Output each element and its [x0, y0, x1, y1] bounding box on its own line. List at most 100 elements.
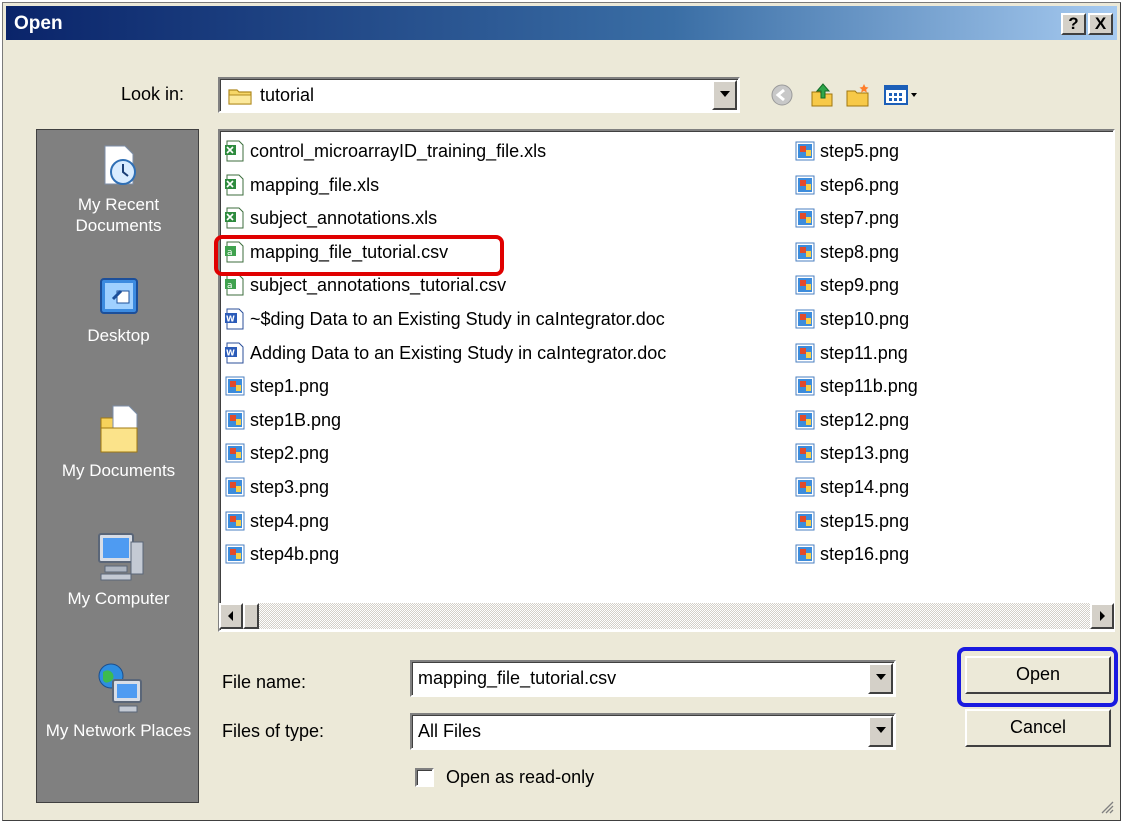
- file-item[interactable]: step10.png: [794, 303, 909, 335]
- up-folder-icon[interactable]: [809, 82, 835, 108]
- png-file-icon: [224, 476, 246, 498]
- file-item[interactable]: subject_annotations.xls: [224, 202, 437, 234]
- file-item[interactable]: step4b.png: [224, 538, 339, 570]
- png-file-icon: [794, 409, 816, 431]
- file-item[interactable]: control_microarrayID_training_file.xls: [224, 135, 546, 167]
- dialog-title: Open: [14, 13, 63, 34]
- svg-text:W: W: [226, 348, 235, 357]
- resize-grip-icon[interactable]: [1100, 800, 1114, 814]
- png-file-icon: [794, 543, 816, 565]
- help-button[interactable]: ?: [1061, 13, 1086, 35]
- read-only-checkbox[interactable]: [415, 768, 434, 787]
- file-name-dropdown-button[interactable]: [868, 663, 893, 694]
- recent-documents-icon: [95, 142, 143, 190]
- open-button-highlight: [957, 647, 1118, 707]
- file-name: step4b.png: [250, 544, 340, 565]
- file-name: subject_annotations_tutorial.csv: [250, 275, 507, 296]
- png-file-icon: [794, 308, 816, 330]
- png-file-icon: [794, 274, 816, 296]
- file-item[interactable]: step7.png: [794, 202, 899, 234]
- file-highlight-box: [214, 235, 504, 276]
- file-name-label: File name:: [222, 672, 307, 692]
- file-item[interactable]: step8.png: [794, 236, 899, 268]
- file-name: mapping_file.xls: [250, 174, 380, 195]
- files-of-type-label: Files of type:: [222, 721, 325, 741]
- file-item[interactable]: step5.png: [794, 135, 899, 167]
- file-name: step4.png: [250, 510, 330, 531]
- png-file-icon: [794, 476, 816, 498]
- back-icon[interactable]: [769, 82, 795, 108]
- files-of-type-dropdown-button[interactable]: [868, 716, 893, 747]
- new-folder-icon[interactable]: [845, 82, 871, 108]
- file-name-value: mapping_file_tutorial.csv: [418, 668, 617, 688]
- svg-text:a: a: [227, 281, 233, 291]
- file-item[interactable]: step2.png: [224, 437, 329, 469]
- look-in-combobox[interactable]: tutorial: [218, 77, 740, 113]
- close-button[interactable]: X: [1088, 13, 1113, 35]
- file-name: step9.png: [820, 275, 900, 296]
- svg-text:W: W: [226, 315, 235, 324]
- files-of-type-combobox[interactable]: All Files: [410, 713, 896, 750]
- file-name: step15.png: [820, 510, 910, 531]
- scroll-thumb[interactable]: [243, 603, 259, 629]
- scroll-left-button[interactable]: [219, 603, 243, 629]
- cancel-button[interactable]: Cancel: [965, 709, 1111, 747]
- desktop-icon: [95, 273, 143, 321]
- folder-open-icon: [228, 86, 254, 106]
- view-menu-icon[interactable]: [883, 82, 921, 108]
- file-item[interactable]: step11.png: [794, 337, 908, 369]
- file-name: step11.png: [820, 342, 908, 363]
- file-name: step8.png: [820, 241, 900, 262]
- png-file-icon: [224, 510, 246, 532]
- png-file-icon: [794, 510, 816, 532]
- place-label: My Documents: [61, 461, 176, 480]
- file-item[interactable]: mapping_file.xls: [224, 169, 379, 201]
- title-bar[interactable]: Open ? X: [6, 6, 1117, 40]
- file-list[interactable]: control_microarrayID_training_file.xlsma…: [218, 129, 1115, 632]
- file-item[interactable]: step1.png: [224, 370, 329, 402]
- file-name: step10.png: [820, 309, 910, 329]
- file-item[interactable]: W Adding Data to an Existing Study in caI…: [224, 337, 666, 369]
- scroll-right-button[interactable]: [1090, 603, 1114, 629]
- doc-file-icon: W: [224, 308, 246, 330]
- file-item[interactable]: step13.png: [794, 437, 909, 469]
- file-item[interactable]: step4.png: [224, 505, 329, 537]
- file-item[interactable]: step1B.png: [224, 404, 341, 436]
- file-name: step6.png: [820, 174, 900, 195]
- file-item[interactable]: W ~$ding Data to an Existing Study in caI…: [224, 303, 665, 335]
- file-name: step16.png: [820, 544, 910, 565]
- csv-file-icon: a: [224, 274, 246, 296]
- file-name: subject_annotations.xls: [250, 208, 438, 229]
- file-item[interactable]: step15.png: [794, 505, 909, 537]
- place-my-computer[interactable]: My Computer: [37, 528, 200, 609]
- file-item[interactable]: step14.png: [794, 471, 909, 503]
- open-dialog: Open ? X Look in: tutorial My Recent Doc…: [2, 2, 1121, 821]
- png-file-icon: [224, 543, 246, 565]
- xls-file-icon: [224, 207, 246, 229]
- png-file-icon: [794, 442, 816, 464]
- png-file-icon: [794, 140, 816, 162]
- horizontal-scrollbar[interactable]: [219, 603, 1114, 629]
- place-my-network-places[interactable]: My Network Places: [37, 660, 200, 741]
- file-name: step7.png: [820, 208, 900, 229]
- place-label: My Computer: [67, 589, 170, 608]
- png-file-icon: [224, 375, 246, 397]
- file-name-combobox[interactable]: mapping_file_tutorial.csv: [410, 660, 896, 697]
- file-name: step14.png: [820, 477, 910, 497]
- file-item[interactable]: step6.png: [794, 169, 899, 201]
- file-item[interactable]: step9.png: [794, 269, 899, 301]
- place-my-documents[interactable]: My Documents: [37, 400, 200, 481]
- place-label: Desktop: [87, 326, 150, 345]
- file-item[interactable]: step3.png: [224, 471, 329, 503]
- file-item[interactable]: step11b.png: [794, 370, 918, 402]
- file-item[interactable]: step12.png: [794, 404, 909, 436]
- file-name: step11b.png: [820, 376, 918, 397]
- look-in-dropdown-button[interactable]: [712, 80, 737, 110]
- place-desktop[interactable]: Desktop: [37, 273, 200, 346]
- xls-file-icon: [224, 174, 246, 196]
- file-item[interactable]: step16.png: [794, 538, 909, 570]
- place-my-recent-documents[interactable]: My Recent Documents: [37, 142, 200, 236]
- file-name: step3.png: [250, 477, 330, 497]
- read-only-label: Open as read-only: [446, 767, 595, 787]
- look-in-label: Look in:: [121, 84, 185, 104]
